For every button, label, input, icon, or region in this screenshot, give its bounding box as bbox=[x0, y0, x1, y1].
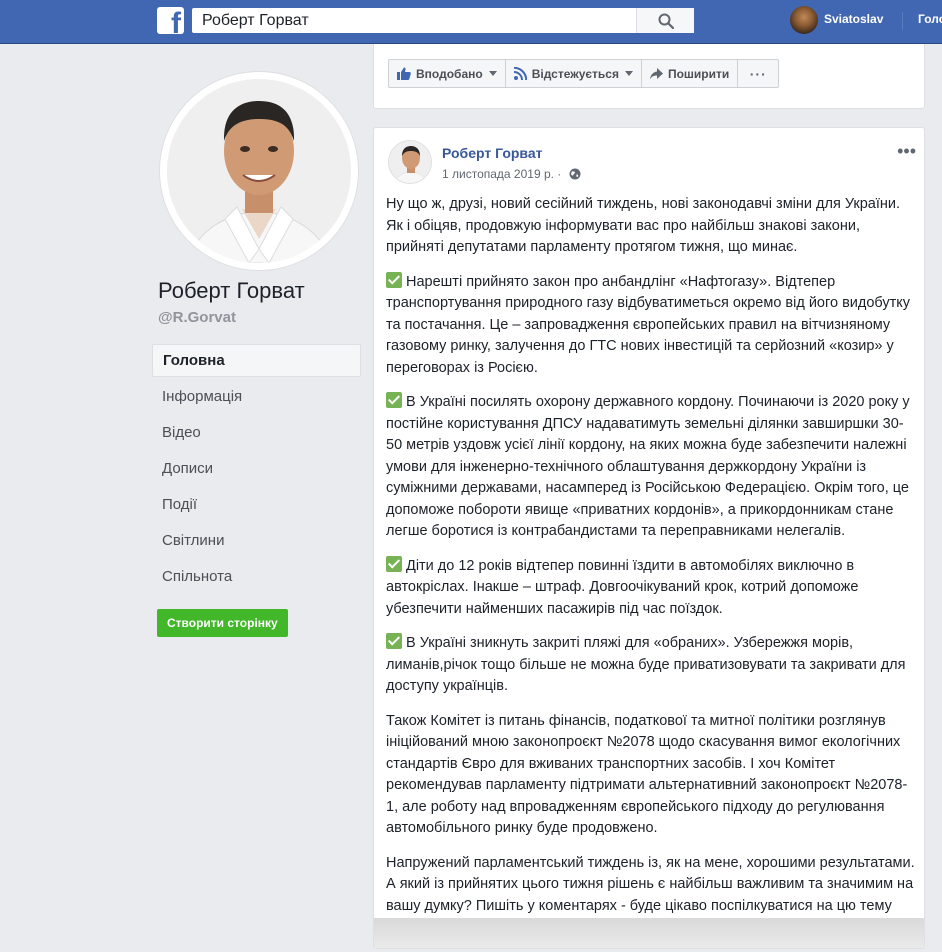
following-button[interactable]: Відстежується bbox=[504, 59, 642, 88]
create-page-button[interactable]: Створити сторінку bbox=[157, 609, 288, 637]
share-arrow-icon bbox=[649, 67, 663, 79]
user-avatar[interactable] bbox=[790, 6, 818, 34]
post-text: Ну що ж, друзі, новий сесійний тиждень, … bbox=[386, 194, 916, 952]
more-options-button[interactable]: ··· bbox=[737, 59, 780, 88]
facebook-logo-icon[interactable]: f bbox=[157, 7, 184, 34]
post-paragraph-text: Діти до 12 років відтепер повинні їздити… bbox=[386, 557, 859, 617]
home-link[interactable]: Головна bbox=[918, 12, 942, 26]
post-paragraph: Діти до 12 років відтепер повинні їздити… bbox=[386, 555, 916, 621]
left-navigation: Головна Інформація Відео Дописи Події Св… bbox=[152, 344, 361, 596]
nav-divider bbox=[902, 12, 903, 30]
post-card: Роберт Горват 1 листопада 2019 р. · ••• … bbox=[373, 127, 925, 949]
post-paragraph-text: В Україні зникнуть закриті пляжі для «об… bbox=[386, 635, 906, 694]
chevron-down-icon bbox=[488, 71, 497, 76]
share-label: Поширити bbox=[667, 66, 730, 81]
post-paragraph: Також Комітет із питань фінансів, податк… bbox=[386, 712, 908, 837]
following-label: Відстежується bbox=[531, 66, 619, 81]
profile-picture[interactable] bbox=[160, 72, 358, 270]
post-timestamp[interactable]: 1 листопада 2019 р. · bbox=[442, 167, 581, 181]
page-handle[interactable]: @R.Gorvat bbox=[158, 309, 236, 326]
check-box-icon bbox=[386, 555, 402, 572]
nav-item-events[interactable]: Події bbox=[152, 488, 361, 524]
liked-label: Вподобано bbox=[416, 66, 483, 81]
post-author-link[interactable]: Роберт Горват bbox=[442, 145, 543, 161]
user-name-link[interactable]: Sviatoslav bbox=[824, 12, 883, 26]
share-button[interactable]: Поширити bbox=[640, 59, 739, 88]
search-input[interactable] bbox=[192, 8, 644, 33]
post-paragraph: Нарешті прийнято закон про анбандлінг «Н… bbox=[386, 271, 916, 380]
nav-item-info[interactable]: Інформація bbox=[152, 380, 361, 416]
post-paragraph: В Україні посилять охорону державного ко… bbox=[386, 392, 916, 543]
post-paragraph: Ну що ж, друзі, новий сесійний тиждень, … bbox=[386, 196, 901, 255]
globe-icon bbox=[569, 168, 581, 180]
profile-photo bbox=[167, 79, 351, 263]
nav-item-home[interactable]: Головна bbox=[152, 344, 361, 377]
search-button[interactable] bbox=[636, 8, 694, 33]
post-paragraph-text: Нарешті прийнято закон про анбандлінг «Н… bbox=[386, 273, 911, 376]
rss-icon bbox=[513, 67, 527, 80]
post-date-text: 1 листопада 2019 р. · bbox=[442, 167, 562, 181]
page-title[interactable]: Роберт Горват bbox=[158, 278, 305, 304]
nav-item-photos[interactable]: Світлини bbox=[152, 524, 361, 560]
check-box-icon bbox=[386, 633, 402, 649]
top-navigation-bar: f Sviatoslav Головна bbox=[0, 0, 942, 44]
post-paragraph-text: В Україні посилять охорону державного ко… bbox=[386, 394, 910, 539]
nav-item-posts[interactable]: Дописи bbox=[152, 452, 361, 488]
post-paragraph: В Україні зникнуть закриті пляжі для «об… bbox=[386, 633, 916, 698]
post-author-avatar[interactable] bbox=[388, 140, 432, 184]
post-image[interactable] bbox=[374, 918, 924, 948]
chevron-down-icon bbox=[624, 71, 633, 76]
liked-button[interactable]: Вподобано bbox=[388, 59, 506, 88]
check-box-icon bbox=[386, 271, 402, 288]
nav-item-video[interactable]: Відео bbox=[152, 416, 361, 452]
check-box-icon bbox=[386, 392, 402, 408]
search-icon bbox=[658, 13, 674, 29]
nav-item-community[interactable]: Спільнота bbox=[152, 560, 361, 596]
search-box bbox=[192, 8, 694, 33]
thumbs-up-icon bbox=[397, 67, 411, 80]
page-actions-card: Вподобано Відстежується Поширити ··· bbox=[373, 44, 925, 109]
post-options-button[interactable]: ••• bbox=[897, 142, 916, 160]
page-action-bar: Вподобано Відстежується Поширити ··· bbox=[388, 59, 780, 88]
